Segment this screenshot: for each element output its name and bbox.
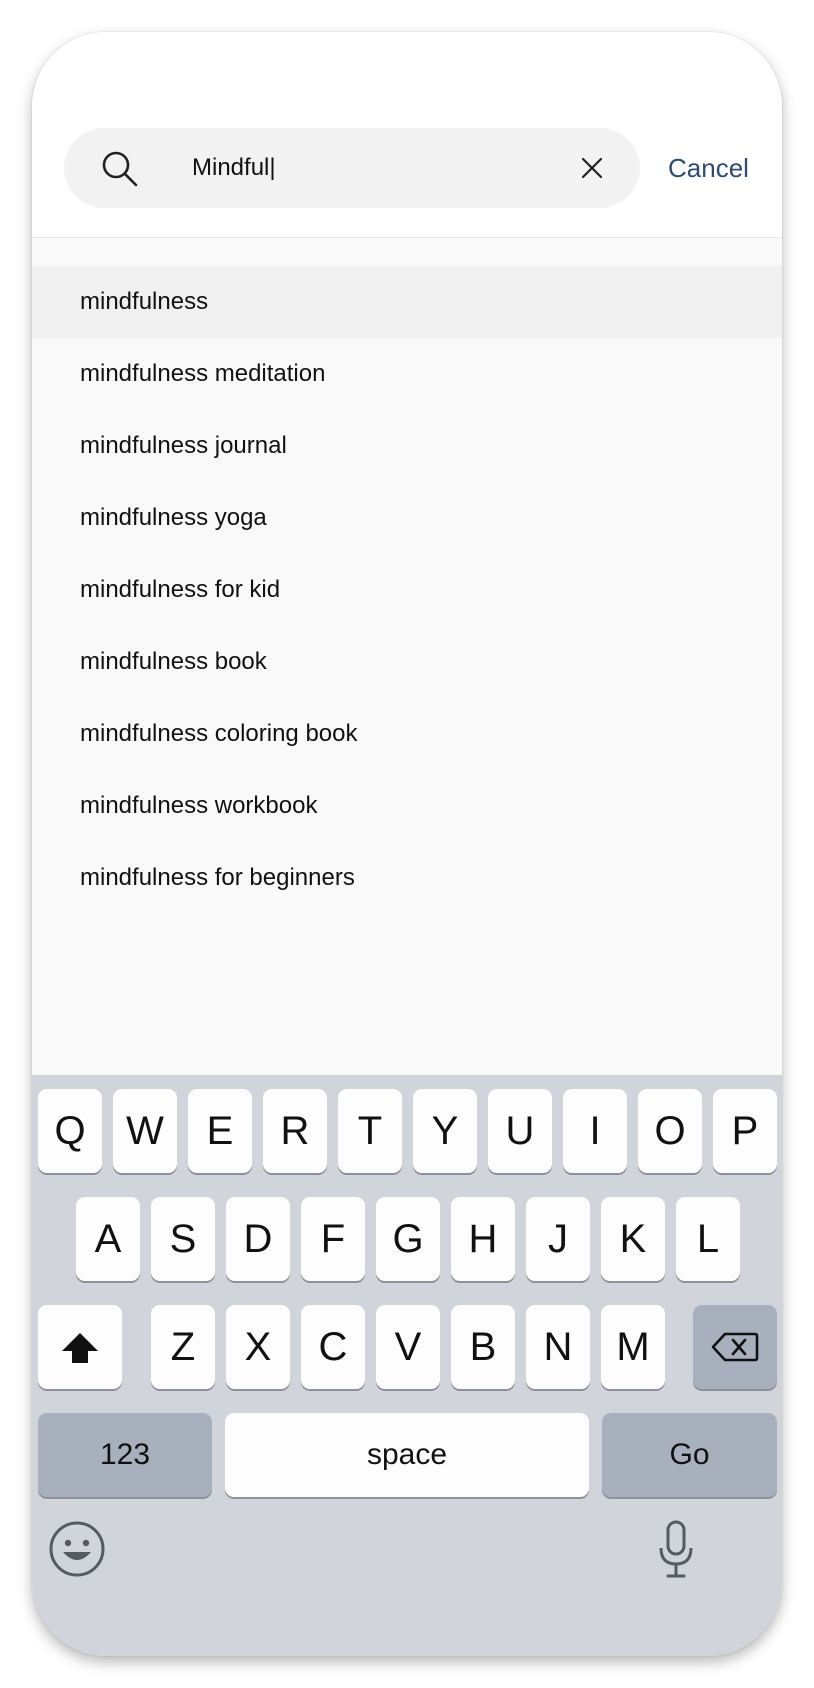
key-a[interactable]: A [76,1197,140,1281]
emoji-icon[interactable] [48,1520,106,1578]
key-u[interactable]: U [488,1089,552,1173]
search-icon [100,149,140,189]
search-header: Mindful| Cancel [32,32,782,238]
suggestion-item[interactable]: mindfulness yoga [32,482,782,554]
key-z[interactable]: Z [151,1305,215,1389]
key-e[interactable]: E [188,1089,252,1173]
key-r[interactable]: R [263,1089,327,1173]
space-key[interactable]: space [225,1413,589,1497]
key-f[interactable]: F [301,1197,365,1281]
suggestion-item[interactable]: mindfulness workbook [32,770,782,842]
key-p[interactable]: P [713,1089,777,1173]
key-o[interactable]: O [638,1089,702,1173]
suggestion-list: mindfulness mindfulness meditation mindf… [32,266,782,914]
suggestion-item[interactable]: mindfulness [32,266,782,338]
suggestion-item[interactable]: mindfulness book [32,626,782,698]
cancel-button[interactable]: Cancel [668,128,749,208]
backspace-key[interactable] [693,1305,777,1389]
key-k[interactable]: K [601,1197,665,1281]
key-w[interactable]: W [113,1089,177,1173]
key-g[interactable]: G [376,1197,440,1281]
key-v[interactable]: V [376,1305,440,1389]
key-j[interactable]: J [526,1197,590,1281]
suggestion-item[interactable]: mindfulness meditation [32,338,782,410]
search-field[interactable]: Mindful| [64,128,640,208]
key-y[interactable]: Y [413,1089,477,1173]
key-i[interactable]: I [563,1089,627,1173]
numbers-key[interactable]: 123 [38,1413,212,1497]
shift-icon [38,1305,122,1389]
shift-key[interactable] [38,1305,122,1389]
go-key[interactable]: Go [602,1413,777,1497]
key-s[interactable]: S [151,1197,215,1281]
microphone-icon[interactable] [656,1520,696,1580]
search-input[interactable]: Mindful| [192,128,276,208]
suggestion-item[interactable]: mindfulness for beginners [32,842,782,914]
close-icon[interactable] [580,156,604,180]
key-l[interactable]: L [676,1197,740,1281]
suggestion-item[interactable]: mindfulness coloring book [32,698,782,770]
backspace-icon [693,1305,777,1389]
key-t[interactable]: T [338,1089,402,1173]
key-c[interactable]: C [301,1305,365,1389]
key-q[interactable]: Q [38,1089,102,1173]
key-x[interactable]: X [226,1305,290,1389]
key-n[interactable]: N [526,1305,590,1389]
phone-screen: Mindful| Cancel mindfulness mindfulness … [32,32,782,1656]
key-h[interactable]: H [451,1197,515,1281]
key-b[interactable]: B [451,1305,515,1389]
suggestion-item[interactable]: mindfulness for kid [32,554,782,626]
key-m[interactable]: M [601,1305,665,1389]
key-d[interactable]: D [226,1197,290,1281]
suggestion-item[interactable]: mindfulness journal [32,410,782,482]
